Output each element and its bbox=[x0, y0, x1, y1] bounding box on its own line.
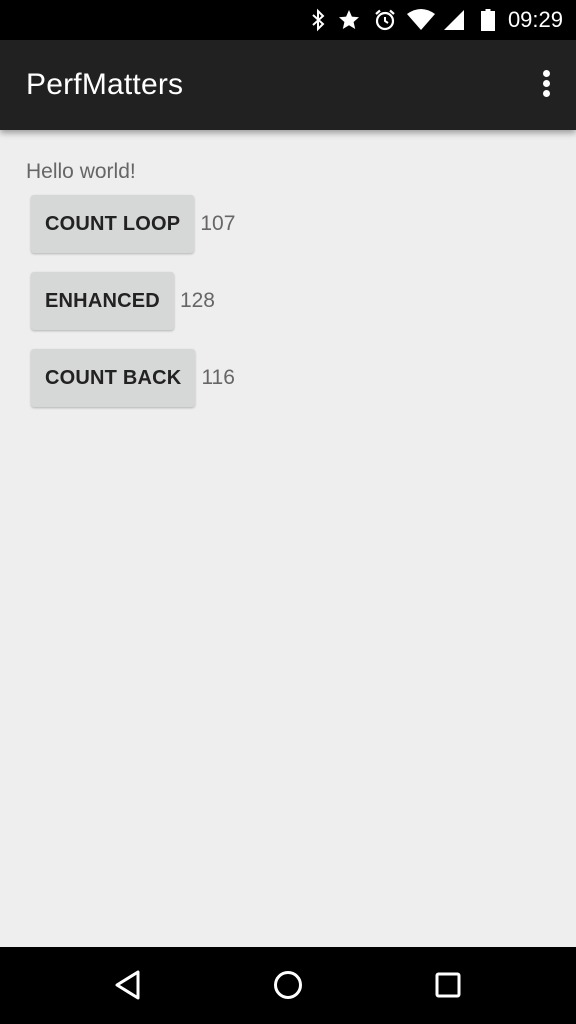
recents-icon[interactable] bbox=[428, 965, 468, 1005]
signal-icon bbox=[444, 10, 464, 30]
count-back-row: COUNT BACK 116 bbox=[31, 349, 235, 407]
enhanced-row: ENHANCED 128 bbox=[31, 272, 215, 330]
count-back-value: 116 bbox=[201, 366, 235, 389]
main-content: Hello world! COUNT LOOP 107 ENHANCED 128… bbox=[0, 130, 576, 947]
app-bar: PerfMatters bbox=[0, 40, 576, 130]
star-icon bbox=[339, 10, 359, 29]
count-loop-row: COUNT LOOP 107 bbox=[31, 195, 235, 253]
overflow-menu-icon[interactable] bbox=[540, 68, 554, 100]
greeting-text: Hello world! bbox=[26, 160, 136, 183]
count-loop-value: 107 bbox=[200, 212, 236, 235]
navigation-bar bbox=[0, 947, 576, 1024]
wifi-icon bbox=[407, 9, 435, 30]
back-icon[interactable] bbox=[108, 965, 148, 1005]
status-time: 09:29 bbox=[507, 7, 563, 32]
enhanced-button[interactable]: ENHANCED bbox=[31, 272, 174, 330]
count-back-button[interactable]: COUNT BACK bbox=[31, 349, 196, 407]
status-bar: 09:29 bbox=[0, 0, 576, 40]
enhanced-value: 128 bbox=[179, 289, 215, 312]
battery-icon bbox=[481, 9, 495, 31]
count-loop-button[interactable]: COUNT LOOP bbox=[31, 195, 195, 253]
home-icon[interactable] bbox=[268, 965, 308, 1005]
alarm-icon bbox=[375, 9, 395, 31]
bluetooth-icon bbox=[312, 8, 325, 32]
app-title: PerfMatters bbox=[26, 68, 184, 101]
